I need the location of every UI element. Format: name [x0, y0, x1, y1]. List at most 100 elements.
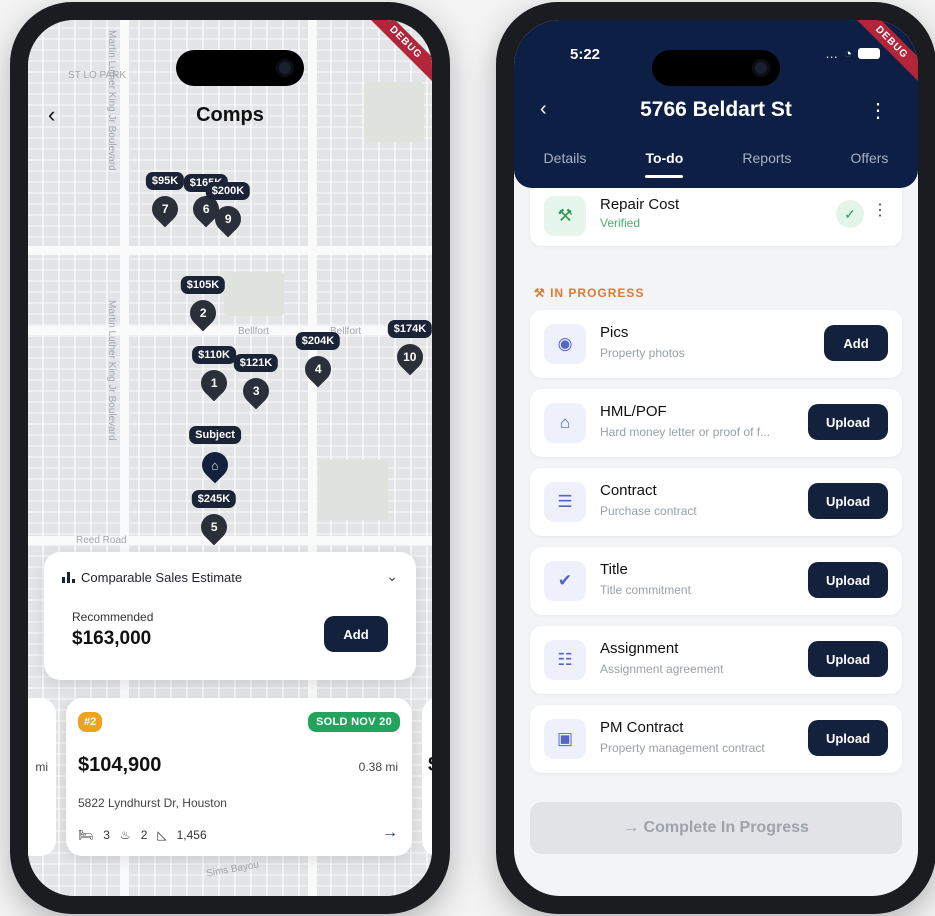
comps-screen: ST LO PARK Martin Luther King Jr Bouleva…: [28, 20, 432, 896]
camera-icon: [752, 59, 770, 77]
task-name: Repair Cost: [600, 196, 680, 213]
dynamic-island: [176, 50, 304, 86]
comp-card-prev[interactable]: mi: [28, 698, 56, 856]
chevron-down-icon[interactable]: ⌄: [386, 568, 398, 585]
pin-price: $200K: [205, 182, 251, 200]
tools-icon: ⚒: [534, 286, 551, 300]
pin-price: $95K: [145, 172, 185, 190]
comps-top-bar: ‹ Comps: [28, 98, 432, 138]
task-name: Contract: [600, 482, 657, 499]
estimate-header[interactable]: Comparable Sales Estimate: [62, 570, 242, 585]
camera-icon: ◉: [544, 324, 586, 364]
map-label: ST LO PARK: [68, 70, 126, 81]
sold-badge: SOLD NOV 20: [307, 712, 400, 732]
map-label: Bellfort: [238, 326, 270, 337]
baths-count: 2: [140, 828, 148, 842]
more-vertical-icon[interactable]: ⋮: [872, 200, 888, 220]
map-label: Reed Road: [76, 535, 127, 546]
bar-chart-icon: [62, 572, 75, 583]
rank-badge: #2: [78, 712, 103, 732]
map-park: [224, 272, 284, 316]
clipboard-icon: ☷: [544, 640, 586, 680]
arrow-right-icon[interactable]: →: [382, 824, 398, 842]
tab-offers[interactable]: Offers: [851, 150, 889, 176]
briefcase-icon: ▣: [544, 719, 586, 759]
camera-icon: [276, 59, 294, 77]
comp-specs: 🛏 3 ♨ 2 ◺ 1,456: [78, 828, 207, 842]
header: 5:22 … ◔ ‹ 5766 Beldart St ⋮ Details To-…: [514, 20, 918, 188]
status-icons: … ◔: [825, 46, 880, 61]
upload-button[interactable]: Upload: [808, 641, 888, 677]
upload-button[interactable]: Upload: [808, 720, 888, 756]
beds-count: 3: [103, 828, 110, 842]
tools-icon: ⚒: [544, 196, 586, 236]
task-repair-cost[interactable]: ⚒ Repair Cost Verified ✓ ⋮: [530, 180, 902, 246]
battery-icon: [858, 48, 880, 59]
map-road: [28, 326, 432, 335]
comp-price: $104,900: [78, 754, 162, 776]
upload-button[interactable]: Upload: [808, 483, 888, 519]
task-subtitle: Property management contract: [600, 741, 765, 755]
todo-screen: 5:22 … ◔ ‹ 5766 Beldart St ⋮ Details To-…: [514, 20, 918, 896]
task-subtitle: Title commitment: [600, 583, 691, 597]
task-hml-pof[interactable]: ⌂ HML/POF Hard money letter or proof of …: [530, 389, 902, 457]
bed-icon: 🛏: [78, 828, 94, 842]
complete-in-progress-button[interactable]: → Complete In Progress: [530, 802, 902, 854]
task-pics[interactable]: ◉ Pics Property photos Add: [530, 310, 902, 378]
peek-price: $: [428, 754, 432, 777]
task-assignment[interactable]: ☷ Assignment Assignment agreement Upload: [530, 626, 902, 694]
wifi-icon: ◔: [844, 46, 852, 61]
add-button[interactable]: Add: [824, 325, 888, 361]
tab-reports[interactable]: Reports: [742, 150, 791, 176]
task-subtitle: Property photos: [600, 346, 685, 360]
task-name: HML/POF: [600, 403, 667, 420]
peek-distance: mi: [35, 760, 48, 774]
status-time: 5:22: [570, 46, 601, 63]
tab-details[interactable]: Details: [544, 150, 587, 176]
task-title[interactable]: ✔ Title Title commitment Upload: [530, 547, 902, 615]
comp-card[interactable]: #2 SOLD NOV 20 $104,900 0.38 mi 5822 Lyn…: [66, 698, 412, 856]
more-vertical-icon[interactable]: ⋮: [868, 98, 888, 123]
verified-badge-icon: ✔: [544, 561, 586, 601]
pin-price: $204K: [295, 332, 341, 350]
pin-price: $110K: [192, 346, 236, 364]
pin-price: $105K: [180, 276, 226, 294]
pin-price: $245K: [191, 490, 237, 508]
task-subtitle: Assignment agreement: [600, 662, 724, 676]
recommended-value: $163,000: [72, 628, 152, 649]
task-pm-contract[interactable]: ▣ PM Contract Property management contra…: [530, 705, 902, 773]
pin-price: $174K: [387, 320, 432, 338]
phone-comps: ST LO PARK Martin Luther King Jr Bouleva…: [10, 2, 450, 914]
check-icon: ✓: [836, 200, 864, 228]
task-status: Verified: [600, 216, 641, 230]
map-road: [28, 246, 432, 255]
task-name: Assignment: [600, 640, 679, 657]
estimate-heading: Comparable Sales Estimate: [81, 570, 243, 585]
tab-bar: Details To-do Reports Offers: [514, 150, 918, 178]
comp-address: 5822 Lyndhurst Dr, Houston: [78, 796, 227, 810]
bank-icon: ⌂: [544, 403, 586, 443]
task-name: Title: [600, 561, 628, 578]
task-name: PM Contract: [600, 719, 684, 736]
task-contract[interactable]: ☰ Contract Purchase contract Upload: [530, 468, 902, 536]
subject-label: Subject: [189, 426, 241, 444]
task-subtitle: Hard money letter or proof of f...: [600, 425, 771, 439]
task-name: Pics: [600, 324, 629, 341]
sqft-value: 1,456: [176, 828, 207, 842]
map-label: Martin Luther King Jr Boulevard: [106, 300, 117, 441]
phone-todo: 5:22 … ◔ ‹ 5766 Beldart St ⋮ Details To-…: [496, 2, 935, 914]
upload-button[interactable]: Upload: [808, 562, 888, 598]
recommended-label: Recommended: [72, 610, 154, 624]
dynamic-island: [652, 50, 780, 86]
page-title: 5766 Beldart St: [640, 98, 792, 121]
add-estimate-button[interactable]: Add: [324, 616, 388, 652]
document-icon: ☰: [544, 482, 586, 522]
upload-button[interactable]: Upload: [808, 404, 888, 440]
tab-to-do[interactable]: To-do: [645, 150, 683, 178]
task-subtitle: Purchase contract: [600, 504, 697, 518]
pin-price: $121K: [233, 354, 279, 372]
signal-icon: …: [825, 46, 839, 61]
comp-card-next[interactable]: $: [422, 698, 432, 856]
section-in-progress: ⚒ IN PROGRESS: [534, 286, 645, 300]
map-park: [318, 460, 388, 520]
